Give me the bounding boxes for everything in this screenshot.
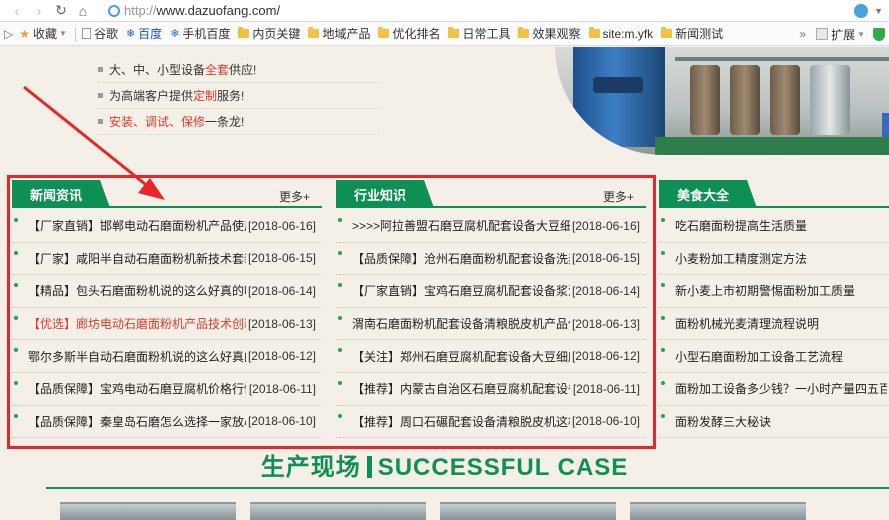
slogan-item: 为高端客户提供 定制 服务! xyxy=(98,83,380,109)
list-item[interactable]: 小型石磨面粉加工设备工艺流程 xyxy=(659,340,889,373)
folder-icon xyxy=(308,27,320,38)
bookmark-mobile-baidu[interactable]: ❄ 手机百度 xyxy=(170,25,230,42)
tank-image xyxy=(573,47,665,147)
shield-icon[interactable] xyxy=(873,27,885,41)
chevron-down-icon[interactable]: ▼ xyxy=(874,6,883,16)
slogan-list: 大、中、小型设备 全套 供应! 为高端客户提供 定制 服务! 安装、调试、保修 一条龙! xyxy=(98,57,380,135)
bullet-icon xyxy=(98,67,103,72)
bookmarks-bar: ▷ ★ 收藏 ▼ 谷歌 ❄ 百度 ❄ 手机百度 内页关键 地域产品 优化排名 日常工具 … xyxy=(0,22,889,46)
folder-icon xyxy=(238,27,250,38)
list-item[interactable]: 面粉机械光麦清理流程说明 xyxy=(659,308,889,341)
bookmark-folder-inner-keywords[interactable]: 内页关键 xyxy=(238,25,300,42)
bookmarks-more-button[interactable]: » xyxy=(799,27,806,41)
url-host: www.dazuofang.com/ xyxy=(156,3,281,18)
list-item[interactable]: 吃石磨面粉提高生活质量 xyxy=(659,210,889,243)
bookmark-google[interactable]: 谷歌 xyxy=(81,25,118,42)
bookmark-folder-effects[interactable]: 效果观察 xyxy=(518,25,581,42)
case-section-title: 生产现场 SUCCESSFUL CASE xyxy=(260,454,629,481)
address-bar: ‹ › ↻ ⌂ http://www.dazuofang.com/ ▼ xyxy=(0,0,889,22)
folder-icon xyxy=(448,27,460,38)
folder-icon xyxy=(588,27,600,38)
bullet-icon xyxy=(98,93,103,98)
bookmark-folder-tools[interactable]: 日常工具 xyxy=(448,25,510,42)
url-protocol: http:// xyxy=(124,3,157,18)
case-thumbnail[interactable] xyxy=(630,502,806,520)
case-thumbnail[interactable] xyxy=(60,502,236,520)
extensions-icon xyxy=(816,28,829,40)
folder-icon xyxy=(518,27,530,38)
sidebar-toggle-icon[interactable]: ▷ xyxy=(4,27,13,41)
bookmark-folder-ranking[interactable]: 优化排名 xyxy=(378,25,440,42)
case-thumbnail[interactable] xyxy=(250,502,426,520)
page-content: 大、中、小型设备 全套 供应! 为高端客户提供 定制 服务! 安装、调试、保修 一条龙! … xyxy=(0,47,889,520)
list-item[interactable]: 面粉发酵三大秘诀 xyxy=(659,406,889,439)
folder-icon xyxy=(378,27,390,38)
bookmark-baidu[interactable]: ❄ 百度 xyxy=(126,25,162,42)
food-list: 吃石磨面粉提高生活质量 小麦粉加工精度测定方法 新小麦上市初期警惕面粉加工质量 … xyxy=(659,208,889,439)
folder-icon xyxy=(661,27,673,38)
bookmark-favorites[interactable]: ★ 收藏 ▼ xyxy=(19,25,67,42)
search-engine-icon[interactable] xyxy=(854,3,869,18)
bookmark-folder-site[interactable]: site:m.yfk xyxy=(588,27,653,41)
star-icon: ★ xyxy=(19,26,30,41)
back-icon[interactable]: ‹ xyxy=(6,0,28,22)
side-float-tab[interactable] xyxy=(882,113,889,137)
case-thumbnail[interactable] xyxy=(440,502,616,520)
forward-icon[interactable]: › xyxy=(28,0,50,22)
globe-icon xyxy=(108,4,120,17)
bullet-icon xyxy=(98,119,103,124)
slogan-item: 安装、调试、保修 一条龙! xyxy=(98,109,380,135)
doc-icon xyxy=(81,28,91,39)
list-item[interactable]: 面粉加工设备多少钱？一小时产量四五百斤 xyxy=(659,373,889,406)
case-thumbnails xyxy=(60,502,889,520)
bookmark-folder-region[interactable]: 地域产品 xyxy=(308,25,370,42)
highlight-box xyxy=(7,175,656,449)
tab-food[interactable]: 美食大全 xyxy=(659,180,758,208)
bookmark-folder-news-test[interactable]: 新闻测试 xyxy=(661,25,723,42)
url-field[interactable]: http://www.dazuofang.com/ xyxy=(108,2,280,20)
factory-photo xyxy=(555,47,889,155)
baidu-paw-icon: ❄ xyxy=(125,28,136,40)
list-item[interactable]: 小麦粉加工精度测定方法 xyxy=(659,243,889,276)
home-icon[interactable]: ⌂ xyxy=(72,0,94,22)
extensions-button[interactable]: 扩展 xyxy=(831,26,855,43)
chevron-down-icon[interactable]: ▼ xyxy=(857,30,865,39)
baidu-paw-icon: ❄ xyxy=(170,28,180,40)
food-column: 美食大全 吃石磨面粉提高生活质量 小麦粉加工精度测定方法 新小麦上市初期警惕面粉… xyxy=(659,180,889,439)
slogan-item: 大、中、小型设备 全套 供应! xyxy=(98,57,380,83)
list-item[interactable]: 新小麦上市初期警惕面粉加工质量 xyxy=(659,275,889,308)
reload-icon[interactable]: ↻ xyxy=(50,0,72,22)
